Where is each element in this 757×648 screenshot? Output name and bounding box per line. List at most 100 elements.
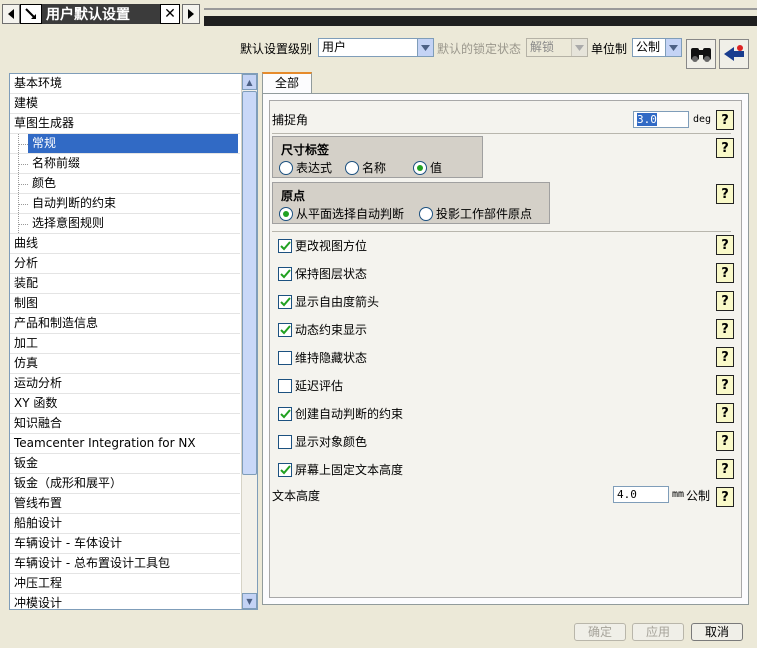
list-item[interactable]: 船舶设计 [10, 514, 240, 534]
radio-project-work-part-origin[interactable]: 投影工作部件原点 [419, 205, 532, 222]
list-item[interactable]: 车辆设计 - 总布置设计工具包 [10, 554, 240, 574]
help-icon[interactable]: ? [716, 487, 734, 507]
category-list[interactable]: 基本环境 建模 草图生成器 常规 名称前缀 颜色 自动判断的约束 选择意图规则 … [9, 73, 258, 610]
radio-name[interactable]: 名称 [345, 159, 386, 176]
title-bar-decoration [204, 4, 757, 26]
help-icon[interactable]: ? [716, 263, 734, 283]
import-export-icon[interactable] [719, 39, 749, 69]
list-item[interactable]: 建模 [10, 94, 240, 114]
snap-angle-input[interactable]: 3.0 [633, 111, 689, 128]
chevron-down-icon[interactable] [417, 39, 433, 56]
dimension-label-group: 尺寸标签 表达式 名称 值 [272, 136, 483, 178]
unit-label: 单位制 [591, 42, 628, 56]
checkbox-create-inferred-constraints[interactable]: 创建自动判断的约束 [278, 405, 403, 422]
list-item[interactable]: 草图生成器 [10, 114, 240, 134]
unit-value: 公制 [636, 40, 661, 54]
list-scrollbar[interactable]: ▲ ▼ [241, 74, 257, 609]
dimension-label-title: 尺寸标签 [281, 143, 330, 157]
checkbox-maintain-hidden-state[interactable]: 维持隐藏状态 [278, 349, 367, 366]
apply-button[interactable]: 应用 [632, 623, 684, 641]
level-value: 用户 [322, 40, 347, 54]
list-item[interactable]: 加工 [10, 334, 240, 354]
lock-value: 解锁 [530, 40, 555, 54]
list-item[interactable]: 仿真 [10, 354, 240, 374]
unit-select[interactable]: 公制 [632, 38, 682, 57]
settings-panel: 捕捉角 3.0 deg ? 尺寸标签 表达式 名称 值 ? 原点 从平面选择自动… [262, 93, 749, 605]
radio-value[interactable]: 值 [413, 159, 442, 176]
checkbox-show-object-color[interactable]: 显示对象颜色 [278, 433, 367, 450]
checkbox-keep-layer-status[interactable]: 保持图层状态 [278, 265, 367, 282]
help-icon[interactable]: ? [716, 375, 734, 395]
origin-group: 原点 从平面选择自动判断 投影工作部件原点 [272, 182, 550, 224]
scroll-down-icon[interactable]: ▼ [242, 593, 257, 609]
checkbox-change-view-orientation[interactable]: 更改视图方位 [278, 237, 367, 254]
help-icon[interactable]: ? [716, 319, 734, 339]
window-title: 用户默认设置 [46, 7, 130, 23]
text-height-label: 文本高度 [272, 489, 321, 503]
radio-infer-from-plane[interactable]: 从平面选择自动判断 [279, 205, 404, 222]
chevron-down-icon[interactable] [665, 39, 681, 56]
list-item[interactable]: 选择意图规则 [10, 214, 240, 234]
help-icon[interactable]: ? [716, 235, 734, 255]
list-item[interactable]: 车辆设计 - 车体设计 [10, 534, 240, 554]
settings-area: 捕捉角 3.0 deg ? 尺寸标签 表达式 名称 值 ? 原点 从平面选择自动… [269, 100, 742, 598]
pin-icon[interactable] [20, 4, 42, 24]
chevron-down-icon [571, 39, 587, 56]
origin-title: 原点 [281, 189, 306, 203]
level-label: 默认设置级别 [240, 42, 313, 56]
snap-angle-label: 捕捉角 [272, 113, 309, 127]
list-item[interactable]: 钣金（成形和展平） [10, 474, 240, 494]
list-item[interactable]: 制图 [10, 294, 240, 314]
list-item[interactable]: XY 函数 [10, 394, 240, 414]
prev-arrow-icon[interactable] [2, 4, 20, 24]
help-icon[interactable]: ? [716, 431, 734, 451]
list-item[interactable]: 名称前缀 [10, 154, 240, 174]
help-icon[interactable]: ? [716, 403, 734, 423]
list-item[interactable]: 知识融合 [10, 414, 240, 434]
list-item[interactable]: 分析 [10, 254, 240, 274]
tab-all[interactable]: 全部 [262, 72, 312, 94]
lock-select: 解锁 [526, 38, 588, 57]
title-bar: 用户默认设置 ✕ [0, 0, 757, 28]
list-item[interactable]: 产品和制造信息 [10, 314, 240, 334]
next-arrow-icon[interactable] [182, 4, 200, 24]
window-title-tab: 用户默认设置 [20, 4, 180, 24]
cancel-button[interactable]: 取消 [691, 623, 743, 641]
checkbox-show-dof-arrows[interactable]: 显示自由度箭头 [278, 293, 379, 310]
help-icon[interactable]: ? [716, 291, 734, 311]
list-item[interactable]: Teamcenter Integration for NX [10, 434, 240, 454]
help-icon[interactable]: ? [716, 184, 734, 204]
text-height-input[interactable]: 4.0 [613, 486, 669, 503]
list-item[interactable]: 曲线 [10, 234, 240, 254]
list-item[interactable]: 运动分析 [10, 374, 240, 394]
lock-label: 默认的锁定状态 [437, 42, 522, 56]
checkbox-fixed-text-height[interactable]: 屏幕上固定文本高度 [278, 461, 403, 478]
list-item[interactable]: 冲模设计 [10, 594, 240, 609]
close-icon[interactable]: ✕ [160, 4, 180, 24]
level-select[interactable]: 用户 [318, 38, 434, 57]
binoculars-icon[interactable] [686, 39, 716, 69]
list-item[interactable]: 钣金 [10, 454, 240, 474]
list-item[interactable]: 管线布置 [10, 494, 240, 514]
snap-angle-unit: deg [693, 114, 712, 125]
help-icon[interactable]: ? [716, 138, 734, 158]
category-items: 基本环境 建模 草图生成器 常规 名称前缀 颜色 自动判断的约束 选择意图规则 … [10, 74, 257, 609]
list-item[interactable]: 冲压工程 [10, 574, 240, 594]
text-height-unit: mm [672, 489, 685, 500]
list-item[interactable]: 装配 [10, 274, 240, 294]
help-icon[interactable]: ? [716, 459, 734, 479]
checkbox-delay-evaluation[interactable]: 延迟评估 [278, 377, 343, 394]
radio-expression[interactable]: 表达式 [279, 159, 332, 176]
checkbox-dynamic-constraint-display[interactable]: 动态约束显示 [278, 321, 367, 338]
list-item[interactable]: 自动判断的约束 [10, 194, 240, 214]
list-item[interactable]: 颜色 [10, 174, 240, 194]
scrollbar-thumb[interactable] [242, 91, 257, 475]
list-item-selected[interactable]: 常规 [10, 134, 240, 154]
help-icon[interactable]: ? [716, 347, 734, 367]
help-icon[interactable]: ? [716, 110, 734, 130]
list-item[interactable]: 基本环境 [10, 74, 240, 94]
divider [272, 133, 731, 134]
ok-button[interactable]: 确定 [574, 623, 626, 641]
divider [272, 231, 731, 232]
scroll-up-icon[interactable]: ▲ [242, 74, 257, 90]
